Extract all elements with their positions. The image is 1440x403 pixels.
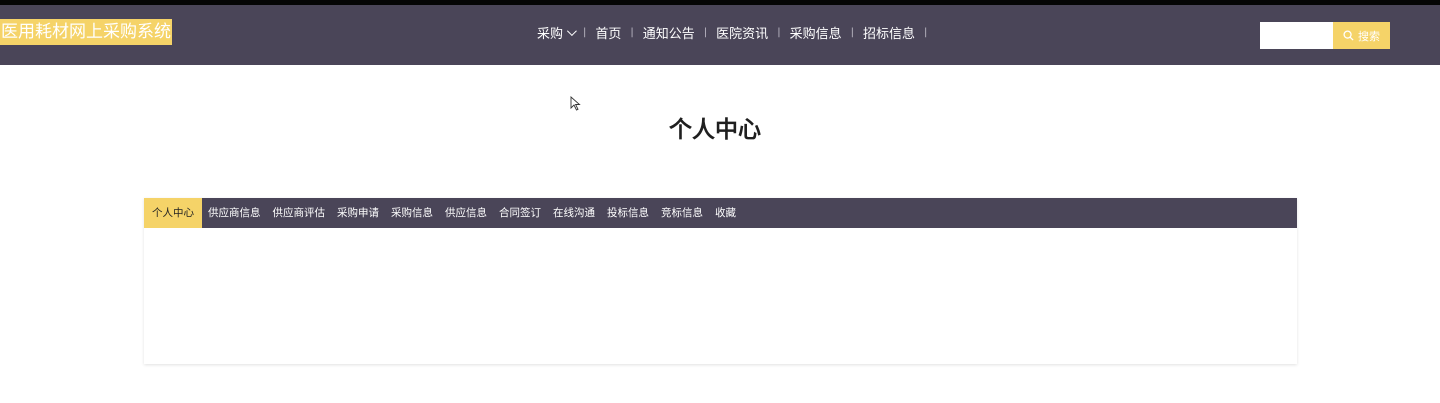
tab-competitive-bid-info[interactable]: 竞标信息 [655, 198, 709, 228]
search-input[interactable] [1260, 22, 1333, 49]
tab-online-chat[interactable]: 在线沟通 [547, 198, 601, 228]
nav-separator: | [850, 26, 854, 38]
tab-supplier-evaluation[interactable]: 供应商评估 [267, 198, 332, 228]
tab-procurement-request[interactable]: 采购申请 [331, 198, 385, 228]
nav-item-hospital-news[interactable]: 医院资讯 [716, 23, 768, 42]
tab-favorites[interactable]: 收藏 [709, 198, 742, 228]
nav-separator: | [583, 26, 587, 38]
panel-content [144, 228, 1297, 364]
search-button-label: 搜索 [1358, 29, 1380, 43]
tab-procurement-info[interactable]: 采购信息 [385, 198, 439, 228]
user-center-tabs: 个人中心 供应商信息 供应商评估 采购申请 采购信息 供应信息 合同签订 在线沟… [144, 198, 1297, 228]
nav-item-procurement[interactable]: 采购 [537, 23, 577, 42]
nav-separator: | [923, 26, 928, 38]
chevron-down-icon [566, 25, 577, 36]
nav-separator: | [703, 26, 708, 38]
nav-separator: | [777, 26, 781, 38]
nav-item-tender-info[interactable]: 招标信息 [863, 23, 915, 42]
brand-logo-text[interactable]: 医用耗材网上采购系统 [0, 19, 172, 45]
nav-item-label: 采购 [537, 26, 564, 42]
header-bar: 医用耗材网上采购系统 采购 | 首页 | 通知公告 | 医院资讯 | 采购信息 … [0, 5, 1440, 65]
nav-item-home[interactable]: 首页 [595, 23, 621, 42]
nav-item-notices[interactable]: 通知公告 [643, 23, 695, 42]
tab-supply-info[interactable]: 供应信息 [439, 198, 493, 228]
nav-item-procurement-info[interactable]: 采购信息 [790, 23, 842, 42]
nav-separator: | [630, 26, 634, 38]
tab-contract-signing[interactable]: 合同签订 [493, 198, 547, 228]
main-nav: 采购 | 首页 | 通知公告 | 医院资讯 | 采购信息 | 招标信息 | [537, 19, 936, 45]
user-center-panel: 个人中心 供应商信息 供应商评估 采购申请 采购信息 供应信息 合同签订 在线沟… [144, 198, 1297, 364]
search-button[interactable]: 搜索 [1333, 22, 1390, 49]
tab-bid-info[interactable]: 投标信息 [601, 198, 655, 228]
tab-personal-center[interactable]: 个人中心 [144, 198, 202, 228]
search-icon [1343, 30, 1354, 41]
tab-supplier-info[interactable]: 供应商信息 [202, 198, 267, 228]
page-title: 个人中心 [669, 117, 761, 143]
